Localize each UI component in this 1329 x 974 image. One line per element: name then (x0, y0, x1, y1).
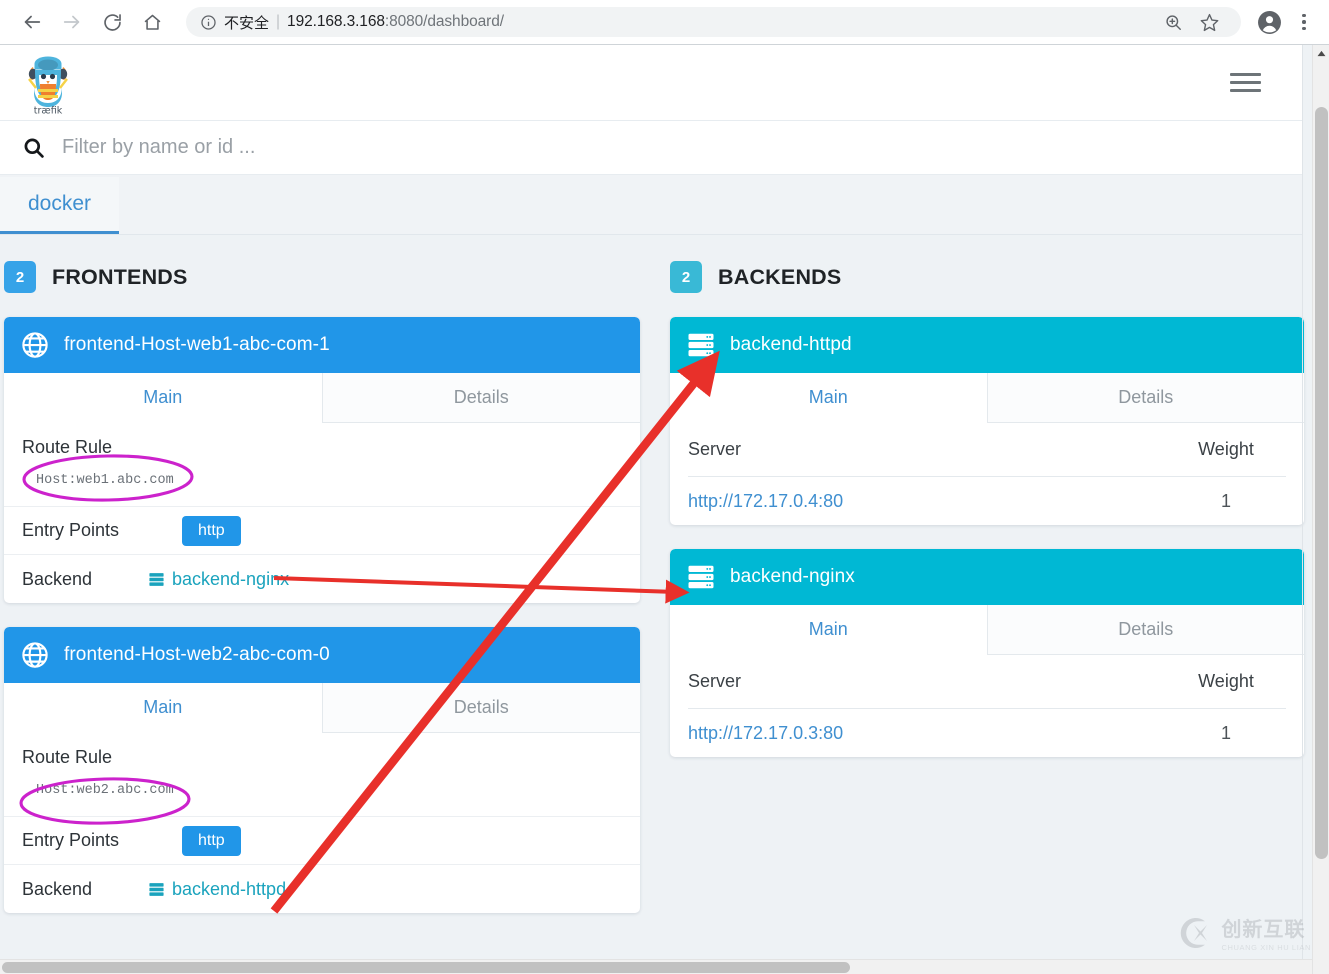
url-path: :8080/dashboard/ (384, 13, 504, 30)
horizontal-scrollbar-thumb[interactable] (2, 962, 850, 973)
star-icon[interactable] (1191, 7, 1227, 37)
vertical-scrollbar-thumb[interactable] (1315, 107, 1328, 859)
address-bar[interactable]: 不安全 | 192.168.3.168:8080/dashboard/ (186, 7, 1241, 37)
profile-avatar-icon[interactable] (1251, 4, 1287, 40)
url-host: 192.168.3.168 (287, 13, 385, 30)
page-right-edge (0, 45, 1303, 974)
url-separator: | (276, 13, 281, 30)
scroll-up-arrow-icon[interactable] (1313, 45, 1329, 62)
vertical-scrollbar[interactable] (1312, 45, 1329, 974)
reload-icon[interactable] (92, 2, 132, 42)
three-dot-menu-icon[interactable] (1287, 4, 1321, 40)
zoom-in-icon[interactable] (1155, 7, 1191, 37)
traefik-dashboard: træfik docker (0, 45, 1310, 974)
back-arrow-icon[interactable] (12, 2, 52, 42)
browser-action-icons (1251, 4, 1329, 40)
home-icon[interactable] (132, 2, 172, 42)
forward-arrow-icon[interactable] (52, 2, 92, 42)
site-info-icon[interactable] (200, 14, 217, 31)
horizontal-scrollbar[interactable] (0, 959, 1312, 974)
browser-toolbar: 不安全 | 192.168.3.168:8080/dashboard/ (0, 0, 1329, 45)
screen-root: 不安全 | 192.168.3.168:8080/dashboard/ træ… (0, 0, 1329, 974)
security-label: 不安全 (224, 14, 270, 32)
page-viewport: træfik docker (0, 45, 1329, 974)
